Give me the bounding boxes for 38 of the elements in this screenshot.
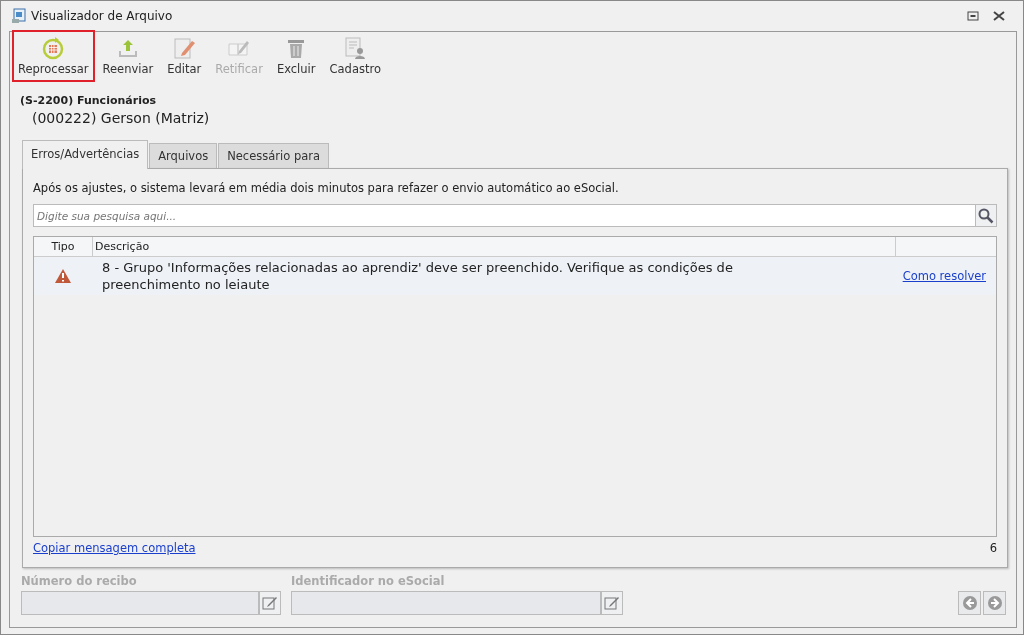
next-button[interactable] bbox=[983, 591, 1006, 615]
close-icon[interactable] bbox=[993, 11, 1005, 21]
previous-button[interactable] bbox=[958, 591, 981, 615]
edit-button[interactable] bbox=[259, 591, 281, 615]
copy-message-link[interactable]: Copiar mensagem completa bbox=[33, 541, 196, 555]
person-document-icon bbox=[343, 36, 368, 60]
field-label: Número do recibo bbox=[21, 574, 138, 588]
text-field[interactable] bbox=[21, 591, 259, 615]
window-title: Visualizador de Arquivo bbox=[31, 9, 173, 23]
pencil-document-icon bbox=[172, 36, 197, 60]
column-header: Tipo bbox=[34, 237, 93, 256]
refresh-calculator-icon bbox=[41, 36, 66, 60]
reprocess-button[interactable]: Reprocessar bbox=[12, 30, 95, 82]
edit-button[interactable] bbox=[601, 591, 623, 615]
edit-button[interactable]: Editar bbox=[161, 30, 208, 82]
tab[interactable]: Erros/Advertências bbox=[22, 140, 149, 169]
message-count: 6 bbox=[989, 541, 997, 555]
tab[interactable]: Arquivos bbox=[149, 143, 218, 168]
employee-name: (000222) Gerson (Matriz) bbox=[31, 109, 211, 126]
field-label: Identificador no eSocial bbox=[291, 574, 446, 588]
how-to-resolve-link[interactable]: Como resolver bbox=[886, 269, 996, 283]
text-field[interactable] bbox=[291, 591, 601, 615]
tab[interactable]: Necessário para bbox=[218, 143, 330, 168]
delete-button[interactable]: Excluir bbox=[270, 30, 322, 82]
search-field[interactable]: Digite sua pesquisa aqui... bbox=[33, 204, 975, 227]
search-button[interactable] bbox=[975, 204, 997, 227]
column-header: Descrição bbox=[93, 237, 896, 256]
upload-button[interactable]: Reenviar bbox=[96, 30, 160, 82]
warning-icon bbox=[54, 268, 72, 284]
event-title: (S-2200) Funcionários bbox=[20, 94, 158, 107]
app-icon bbox=[11, 8, 27, 24]
register-button[interactable]: Cadastro bbox=[323, 30, 387, 82]
table-row[interactable]: 8 - Grupo 'Informações relacionadas ao aprendiz' deve ser preenchido. Verifique as condições de preenchimento no leiaute Como resolver bbox=[34, 257, 996, 295]
pencil-square-icon bbox=[262, 595, 278, 611]
pencil-square-icon bbox=[604, 595, 620, 611]
notice-text: Após os ajustes, o sistema levará em média dois minutos para refazer o envio automático ao eSocial. bbox=[33, 181, 620, 195]
error-description: 8 - Grupo 'Informações relacionadas ao aprendiz' deve ser preenchido. Verifique as condições de preenchimento no leiaute bbox=[101, 259, 734, 293]
restore-icon[interactable] bbox=[967, 11, 979, 21]
